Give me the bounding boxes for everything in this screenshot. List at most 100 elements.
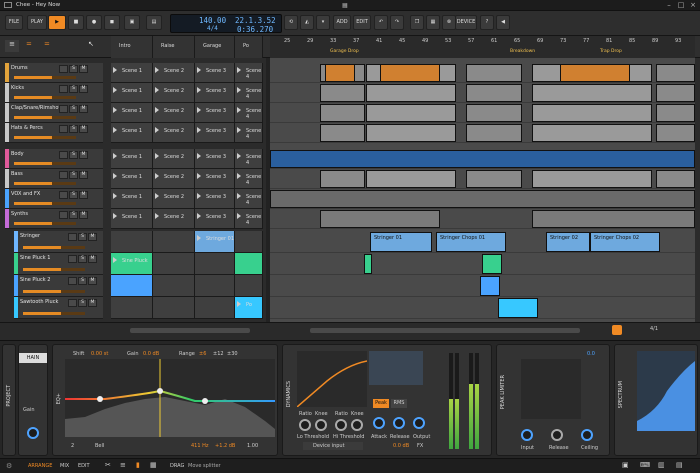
scene-clip-slot[interactable] [195,297,235,319]
solo-button[interactable]: S [69,125,78,133]
minimize-icon[interactable]: – [664,1,674,9]
clip-play-icon[interactable] [155,193,159,199]
arm-button[interactable] [59,191,68,199]
arranger-clip[interactable] [532,84,652,102]
track-menu-icon[interactable]: ≡ [5,40,19,52]
volume-fader[interactable] [14,202,76,205]
scene-clip-slot[interactable] [153,253,195,275]
arm-button[interactable] [59,211,68,219]
arranger-clip[interactable] [320,124,365,142]
undo-button[interactable]: ↶ [374,15,388,30]
arranger-clip[interactable] [270,190,695,208]
scene-clip-slot[interactable] [111,275,153,297]
clip-play-icon[interactable] [113,67,117,73]
clip-play-icon[interactable] [197,173,201,179]
scene-clip-slot[interactable] [153,275,195,297]
scene-header-garage[interactable]: Garage [195,36,235,58]
peak-button[interactable]: Peak [373,399,389,408]
volume-fader[interactable] [23,290,85,293]
fx-button[interactable]: FX [417,443,423,449]
pluck-clip[interactable] [364,254,372,274]
time-signature[interactable]: 4/4 [207,25,218,32]
splitter[interactable] [266,58,270,322]
scene-clip-slot[interactable]: Scene 1 [111,103,153,123]
ceiling-knob[interactable] [581,429,593,441]
clip-play-icon[interactable] [197,193,201,199]
scene-clip-slot[interactable]: Scene 4 [235,83,263,103]
scissors-icon[interactable]: ✂ [105,461,111,469]
solo-button[interactable]: S [78,255,87,263]
help-button[interactable]: ? [480,15,494,30]
clip-play-icon[interactable] [197,87,201,93]
scene-clip-slot[interactable]: Scene 1 [111,83,153,103]
arranger-clip[interactable] [532,104,652,122]
mute-button[interactable]: M [79,105,88,113]
volume-fader[interactable] [23,268,85,271]
mute-button[interactable]: M [88,233,97,241]
track-header[interactable]: Stringer S M [14,231,103,253]
solo-button[interactable]: S [69,105,78,113]
sidechain-input-select[interactable]: Device input [303,442,363,450]
mute-button[interactable]: M [88,299,97,307]
clip-play-icon[interactable] [155,67,159,73]
volume-fader[interactable] [14,222,76,225]
ratio-knob-2[interactable] [335,419,347,431]
scene-header-po[interactable]: Po [235,36,263,58]
add-button[interactable]: ADD [333,15,351,30]
track-header[interactable]: VOX and FX S M [5,189,103,209]
stringer-clip[interactable]: Stringer 02 [546,232,590,252]
arm-button[interactable] [59,125,68,133]
cue-marker[interactable]: Trap Drop [600,49,622,54]
solo-button[interactable]: S [78,299,87,307]
solo-button[interactable]: S [69,171,78,179]
scene-clip-slot[interactable]: Scene 1 [111,63,153,83]
scene-clip-slot[interactable]: Scene 3 [195,189,235,209]
arranger-clip[interactable] [366,124,456,142]
scene-clip-slot[interactable] [235,231,263,253]
scene-clip-slot[interactable]: Scene 2 [153,63,195,83]
scene-clip-slot[interactable]: Scene 2 [153,209,195,229]
meter-icon[interactable]: ▥ [658,461,665,469]
scene-clip-slot[interactable] [153,231,195,253]
arm-button[interactable] [68,299,77,307]
sound-button[interactable]: ◀ [496,15,510,30]
arranger-lane[interactable] [270,297,695,319]
track-header[interactable]: Hats & Percs S M [5,123,103,143]
cue-marker[interactable]: Breakdown [510,49,535,54]
stringer-clip[interactable]: Stringer Chops 02 [590,232,660,252]
scene-clip-slot[interactable]: Scene 3 [195,103,235,123]
clip-play-icon[interactable] [113,173,117,179]
clip-play-icon[interactable] [113,257,117,263]
timeline-ruler[interactable]: 25 29 33 37 41 45 49 53 57 61 65 69 73 77 81 85 89 93 Gara… [270,36,695,58]
overdub-button[interactable]: ◼ [104,15,120,30]
scene-clip-slot[interactable]: Scene 3 [195,169,235,189]
automation-button[interactable]: ▣ [124,15,140,30]
delete-button[interactable]: ⊗ [442,15,456,30]
clip-play-icon[interactable] [237,107,241,113]
dynamics-output-value[interactable]: 0.0 dB [393,443,409,449]
gain-knob[interactable] [27,427,39,439]
volume-fader[interactable] [14,162,76,165]
mute-button[interactable]: M [79,65,88,73]
arranger-clip[interactable] [320,210,440,228]
clip-play-icon[interactable] [197,127,201,133]
settings-icon[interactable]: ⚙ [6,462,12,470]
scene-clip-slot[interactable]: Scene 1 [111,189,153,209]
arranger-clip[interactable] [656,64,695,82]
launcher-button[interactable]: ▤ [146,15,162,30]
track-header[interactable]: Kicks S M [5,83,103,103]
notes-icon[interactable]: ▤ [676,461,683,469]
volume-fader[interactable] [23,246,85,249]
scene-clip-slot[interactable]: Scene 4 [235,209,263,229]
mute-button[interactable]: M [79,171,88,179]
arranger-clip[interactable] [270,150,695,168]
pluck-clip[interactable] [480,276,500,296]
track-header[interactable]: Synths S M [5,209,103,229]
arranger-clip[interactable] [656,124,695,142]
limiter-value[interactable]: 0.0 [587,351,595,357]
volume-fader[interactable] [14,96,76,99]
metronome-button[interactable]: ◭ [300,15,314,30]
stop-button[interactable]: ■ [68,15,84,30]
scene-clip-slot[interactable]: Scene 4 [235,169,263,189]
solo-button[interactable]: S [78,233,87,241]
